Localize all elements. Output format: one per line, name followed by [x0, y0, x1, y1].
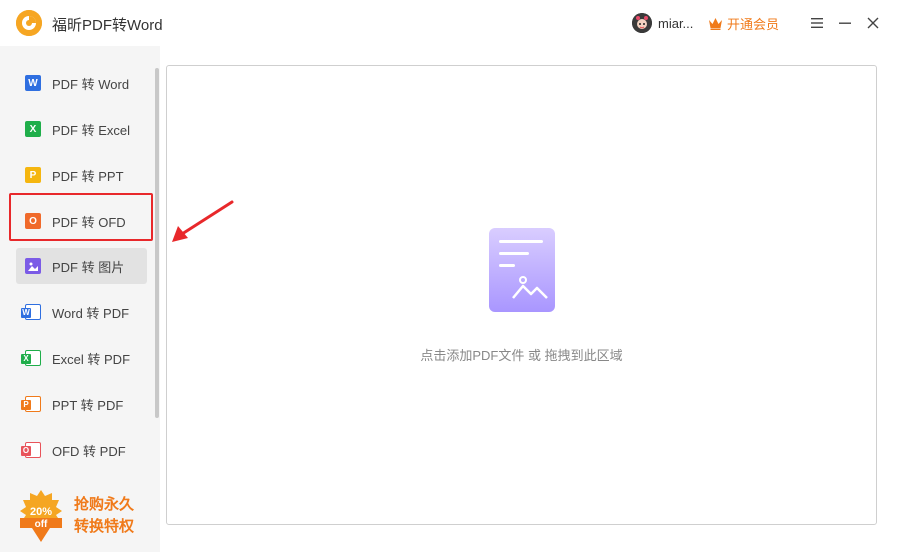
sidebar-item-label: PDF 转 Word	[52, 76, 130, 92]
sidebar-item-label: PDF 转 PPT	[52, 168, 124, 184]
ofd-to-pdf-icon: O	[21, 442, 41, 458]
sidebar-item-word[interactable]: W PDF 转 Word	[16, 65, 147, 101]
ppt-icon: P	[25, 167, 41, 183]
ofd-icon: O	[25, 213, 41, 229]
word-to-pdf-icon: W	[21, 304, 41, 320]
image-icon	[25, 258, 41, 274]
discount-badge-icon: 20% off	[20, 490, 62, 542]
promo-badge-text: 20%	[30, 506, 52, 518]
sidebar-item-label: PDF 转 OFD	[52, 214, 126, 230]
sidebar-item-label: Excel 转 PDF	[52, 351, 131, 367]
sidebar-item-ofd[interactable]: O PDF 转 OFD	[16, 203, 147, 239]
promo-badge-sub: off	[35, 519, 48, 530]
promo-line-1: 抢购永久	[74, 496, 135, 513]
excel-to-pdf-icon: X	[21, 350, 41, 366]
sidebar-item-label: PDF 转 Excel	[52, 122, 131, 138]
promo-banner[interactable]: 20% off 抢购永久 转换特权	[14, 486, 154, 546]
sidebar-item-ppt-to-pdf[interactable]: P PPT 转 PDF	[16, 386, 147, 422]
sidebar-scrollbar[interactable]	[155, 68, 159, 418]
drop-hint: 点击添加PDF文件 或 拖拽到此区域	[420, 348, 623, 363]
sidebar-item-label: PPT 转 PDF	[52, 397, 124, 413]
sidebar-item-label: OFD 转 PDF	[52, 443, 126, 459]
title-bar: 福昕PDF转Word miar... 开通会员	[0, 0, 898, 46]
avatar[interactable]	[632, 13, 652, 33]
ppt-to-pdf-icon: P	[21, 396, 41, 412]
sidebar-item-excel-to-pdf[interactable]: X Excel 转 PDF	[16, 340, 147, 376]
vip-label: 开通会员	[727, 17, 780, 32]
promo-line-2: 转换特权	[74, 518, 135, 535]
file-drop-zone[interactable]: 点击添加PDF文件 或 拖拽到此区域	[166, 65, 877, 525]
document-image-icon	[489, 228, 555, 312]
sidebar-item-excel[interactable]: X PDF 转 Excel	[16, 111, 147, 147]
word-icon: W	[25, 75, 41, 91]
sidebar-item-word-to-pdf[interactable]: W Word 转 PDF	[16, 294, 147, 330]
promo-text: 抢购永久 转换特权	[74, 494, 134, 538]
sidebar-item-label: PDF 转 图片	[52, 259, 125, 275]
hamburger-menu-icon[interactable]	[808, 14, 826, 32]
sidebar-item-image[interactable]: PDF 转 图片	[16, 248, 147, 284]
sidebar-item-label: Word 转 PDF	[52, 305, 130, 321]
minimize-icon[interactable]	[836, 14, 854, 32]
username[interactable]: miar...	[658, 16, 693, 31]
sidebar-item-ppt[interactable]: P PDF 转 PPT	[16, 157, 147, 193]
sidebar: W PDF 转 Word X PDF 转 Excel P PDF 转 PPT O PDF 转 …	[0, 46, 160, 552]
vip-button[interactable]: 开通会员	[708, 14, 779, 33]
sidebar-item-ofd-to-pdf[interactable]: O OFD 转 PDF	[16, 432, 147, 468]
foxit-logo-icon	[16, 10, 42, 36]
excel-icon: X	[25, 121, 41, 137]
close-icon[interactable]	[864, 14, 882, 32]
crown-icon	[709, 18, 722, 30]
app-title: 福昕PDF转Word	[52, 17, 163, 34]
